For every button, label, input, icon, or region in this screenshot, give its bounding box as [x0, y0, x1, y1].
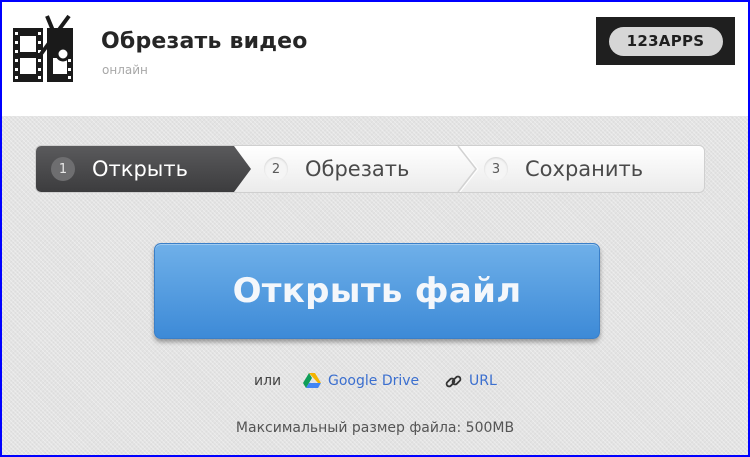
step-separator-arrow [457, 146, 479, 192]
app-title: Обрезать видео [101, 29, 308, 54]
film-scissors-icon [13, 14, 73, 82]
step-cut[interactable]: 2 Обрезать [264, 146, 409, 192]
google-drive-icon [303, 373, 321, 388]
app-subtitle: онлайн [102, 63, 148, 77]
alternative-sources: или Google Drive URL [2, 370, 748, 392]
google-drive-label: Google Drive [328, 373, 420, 389]
google-drive-link[interactable]: Google Drive [303, 370, 419, 392]
url-label: URL [469, 373, 497, 389]
url-link[interactable]: URL [445, 370, 497, 392]
max-file-size-text: Максимальный размер файла: 500MB [235, 420, 515, 436]
steps-bar: 1 Открыть 2 Обрезать 3 Сохранить [36, 146, 704, 192]
step-number: 2 [264, 157, 288, 181]
main-panel: 1 Открыть 2 Обрезать 3 Сохранить Открыть… [2, 116, 748, 455]
open-file-button[interactable]: Открыть файл [154, 243, 600, 339]
brand-label: 123APPS [608, 26, 723, 56]
step-number: 3 [484, 157, 508, 181]
step-label: Открыть [92, 157, 188, 181]
step-number: 1 [51, 157, 75, 181]
step-label: Сохранить [525, 157, 644, 181]
open-file-label: Открыть файл [232, 271, 522, 311]
step-save[interactable]: 3 Сохранить [484, 146, 643, 192]
step-open[interactable]: 1 Открыть [51, 146, 188, 192]
or-text: или [254, 373, 282, 389]
brand-logo[interactable]: 123APPS [596, 17, 735, 65]
step-label: Обрезать [305, 157, 410, 181]
link-icon [445, 375, 462, 387]
app-frame: Обрезать видео онлайн 123APPS 1 Открыть … [2, 2, 748, 455]
header: Обрезать видео онлайн 123APPS [2, 2, 748, 116]
